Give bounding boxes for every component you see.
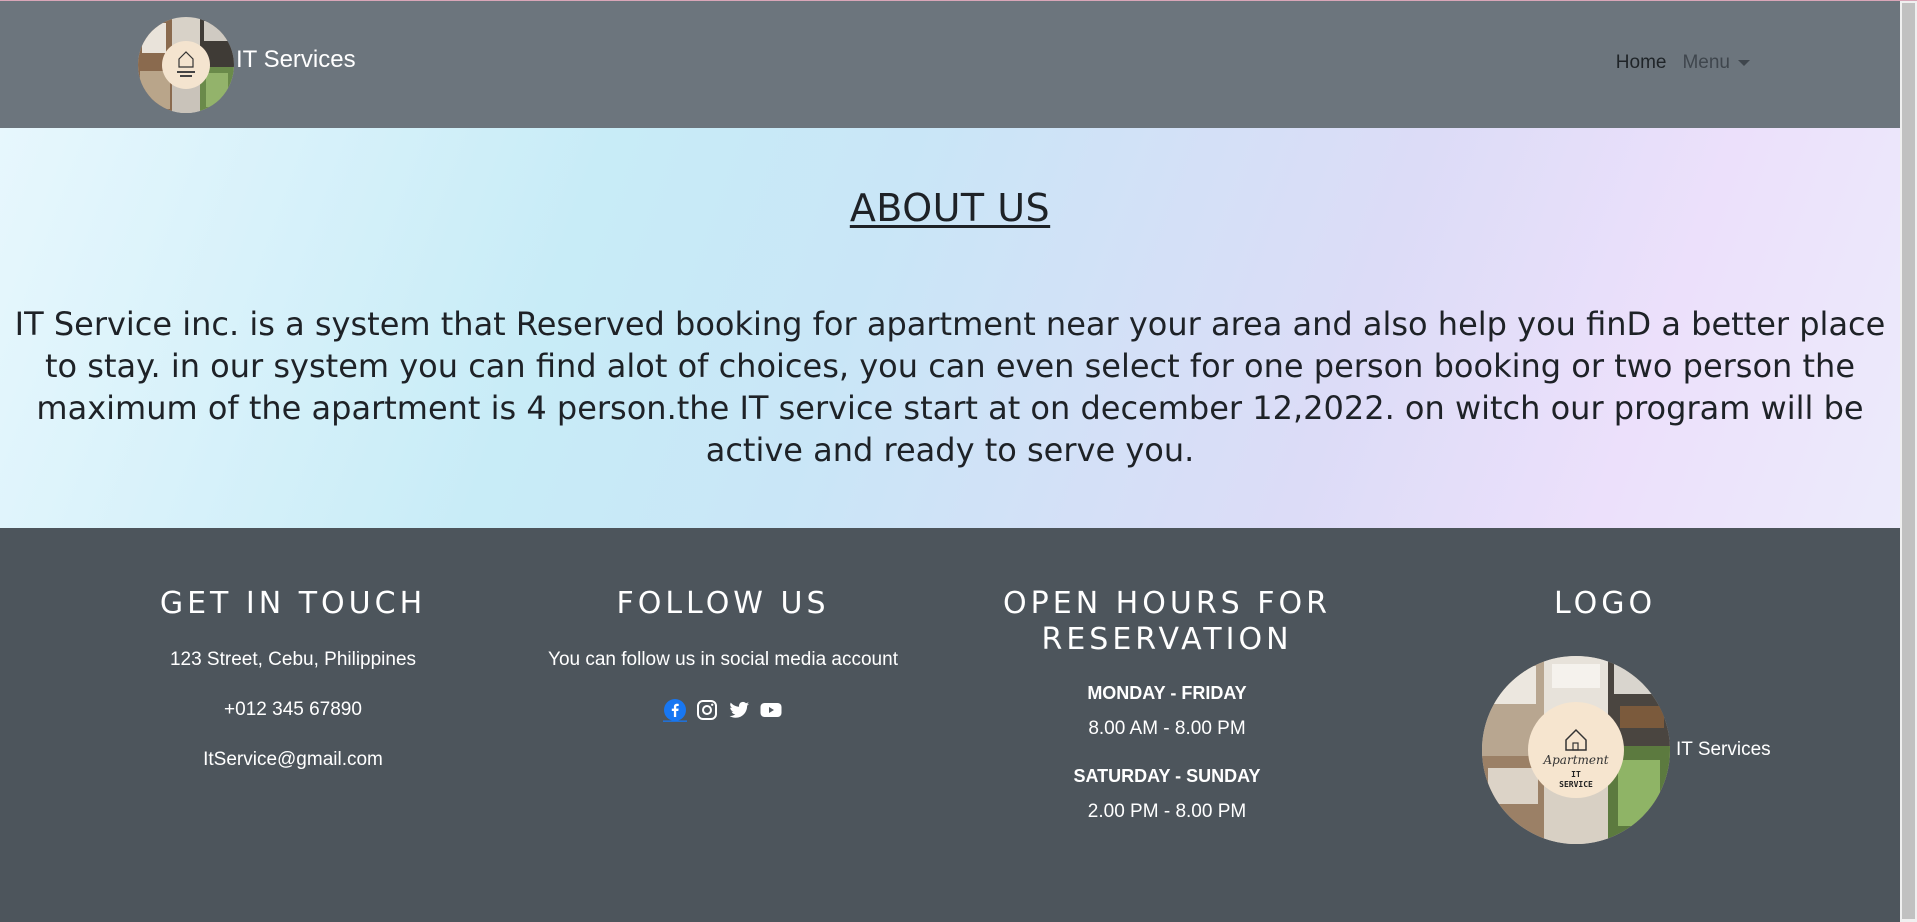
weekday-label: MONDAY - FRIDAY — [1087, 683, 1247, 703]
about-title: ABOUT US — [849, 186, 1051, 230]
weekday-time: 8.00 AM - 8.00 PM — [1088, 718, 1246, 739]
browser-viewport: IT Services Home Menu ABOUT US IT Servic… — [0, 0, 1917, 922]
logo-heading: LOGO — [1553, 586, 1657, 621]
company-logo: Apartment IT SERVICE — [1482, 656, 1670, 844]
nav-menu-dropdown[interactable]: Menu — [1682, 52, 1750, 74]
hours-column: OPEN HOURS FOR RESERVATION MONDAY - FRID… — [952, 528, 1382, 823]
follow-column: FOLLOW US You can follow us in social me… — [508, 528, 938, 722]
hours-heading: OPEN HOURS FOR RESERVATION — [1003, 586, 1331, 657]
vertical-scrollbar[interactable] — [1900, 1, 1917, 922]
contact-email: ItService@gmail.com — [203, 749, 383, 770]
weekend-time: 2.00 PM - 8.00 PM — [1087, 801, 1247, 822]
logo-it-text: IT — [1571, 770, 1581, 779]
nav-home-link[interactable]: Home — [1616, 52, 1667, 74]
logo-wrap: Apartment IT SERVICE IT Services — [1390, 656, 1820, 846]
contact-column: GET IN TOUCH 123 Street, Cebu, Philippin… — [78, 528, 508, 771]
youtube-icon[interactable] — [759, 698, 783, 722]
instagram-icon[interactable] — [695, 698, 719, 722]
facebook-icon[interactable] — [663, 698, 687, 722]
weekend-label: SATURDAY - SUNDAY — [1073, 766, 1261, 786]
page: IT Services Home Menu ABOUT US IT Servic… — [0, 1, 1900, 922]
brand-link[interactable]: IT Services — [138, 17, 356, 113]
navbar: IT Services Home Menu — [0, 1, 1900, 128]
contact-phone: +012 345 67890 — [224, 699, 362, 720]
follow-text: You can follow us in social media accoun… — [548, 649, 898, 670]
nav-links: Home Menu — [1616, 52, 1750, 74]
twitter-icon[interactable] — [727, 698, 751, 722]
brand-text: IT Services — [236, 46, 356, 73]
about-section: ABOUT US IT Service inc. is a system tha… — [0, 128, 1900, 528]
logo-column: LOGO Apartment IT SERVICE IT Services — [1390, 528, 1820, 844]
footer: GET IN TOUCH 123 Street, Cebu, Philippin… — [0, 528, 1900, 922]
scrollbar-thumb[interactable] — [1902, 3, 1915, 919]
logo-script-text: Apartment — [1542, 753, 1608, 767]
contact-address: 123 Street, Cebu, Philippines — [169, 649, 417, 670]
contact-heading: GET IN TOUCH — [159, 586, 427, 621]
chevron-down-icon — [1738, 60, 1750, 66]
logo-caption: IT Services — [1676, 739, 1771, 760]
social-icons — [508, 698, 938, 722]
nav-menu-label: Menu — [1682, 52, 1730, 73]
about-text: IT Service inc. is a system that Reserve… — [14, 305, 1886, 469]
logo-service-text: SERVICE — [1559, 780, 1593, 789]
follow-heading: FOLLOW US — [616, 586, 830, 621]
brand-logo — [138, 17, 234, 113]
